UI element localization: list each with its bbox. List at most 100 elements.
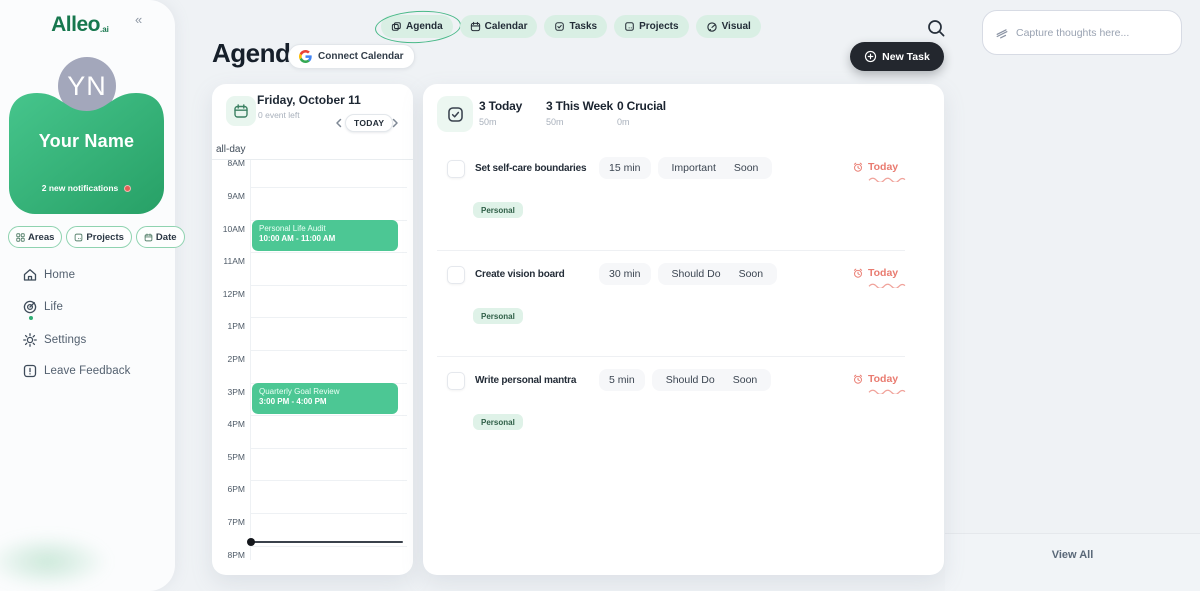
- all-day-label: all-day: [216, 144, 245, 155]
- view-all-link[interactable]: View All: [945, 549, 1200, 561]
- chevron-left-icon[interactable]: [333, 117, 345, 129]
- task-checkbox[interactable]: [447, 160, 465, 178]
- alarm-icon: [852, 161, 864, 173]
- hour-gridline: [250, 285, 407, 286]
- google-icon: [299, 50, 312, 63]
- task-duration-pill[interactable]: 15 min: [599, 157, 651, 179]
- chevron-right-icon[interactable]: [389, 117, 401, 129]
- calendar-event[interactable]: Personal Life Audit 10:00 AM - 11:00 AM: [252, 220, 398, 251]
- date-calendar-icon: [144, 233, 153, 242]
- tab-agenda[interactable]: Agenda: [381, 15, 453, 38]
- hour-label: 12PM: [212, 289, 245, 299]
- visual-icon: [706, 21, 718, 33]
- stat-today-duration: 50m: [479, 117, 522, 127]
- sidebar-item-home[interactable]: Home: [0, 267, 175, 283]
- task-tag[interactable]: Personal: [473, 308, 523, 324]
- tasks-icon: [554, 21, 565, 32]
- task-row: Write personal mantra 5 min Should Do So…: [423, 372, 944, 478]
- task-checkbox[interactable]: [447, 266, 465, 284]
- task-priority-pill[interactable]: Should Do Soon: [658, 263, 778, 285]
- agenda-icon: [391, 21, 402, 32]
- plus-circle-icon: [864, 50, 877, 63]
- event-title: Quarterly Goal Review: [259, 387, 391, 397]
- hour-label: 7PM: [212, 517, 245, 527]
- hour-label: 8PM: [212, 550, 245, 560]
- task-title[interactable]: Create vision board: [475, 268, 565, 282]
- hour-gridline: [250, 252, 407, 253]
- task-priority-pill[interactable]: Important Soon: [658, 157, 773, 179]
- task-tag[interactable]: Personal: [473, 202, 523, 218]
- calendar-date-title: Friday, October 11: [257, 93, 361, 107]
- scribble-icon: [995, 26, 1009, 40]
- projects-box-icon: [74, 233, 83, 242]
- event-time: 3:00 PM - 4:00 PM: [259, 397, 391, 407]
- task-due[interactable]: Today: [852, 267, 898, 279]
- view-tab-projects[interactable]: Projects: [66, 226, 132, 248]
- view-tab-date[interactable]: Date: [136, 226, 185, 248]
- hour-label: 1PM: [212, 321, 245, 331]
- tab-calendar-label: Calendar: [485, 21, 528, 32]
- calendar-icon: [470, 21, 481, 32]
- hour-label: 2PM: [212, 354, 245, 364]
- due-underline: [868, 389, 906, 394]
- view-tab-areas[interactable]: Areas: [8, 226, 62, 248]
- hour-gridline: [250, 448, 407, 449]
- hour-label: 9AM: [212, 191, 245, 201]
- notifications[interactable]: 2 new notifications: [9, 183, 164, 193]
- task-due[interactable]: Today: [852, 373, 898, 385]
- tab-calendar[interactable]: Calendar: [460, 15, 538, 38]
- tab-projects-label: Projects: [639, 21, 678, 32]
- tab-agenda-label: Agenda: [406, 21, 443, 32]
- task-checkbox[interactable]: [447, 372, 465, 390]
- sidebar-item-life[interactable]: Life: [0, 299, 175, 315]
- life-target-icon: [22, 299, 38, 315]
- active-section-dot: [29, 316, 33, 320]
- new-task-button[interactable]: New Task: [850, 42, 944, 71]
- tab-visual-label: Visual: [722, 21, 751, 32]
- today-button[interactable]: TODAY: [345, 114, 393, 132]
- tab-projects[interactable]: Projects: [614, 15, 688, 38]
- task-duration-pill[interactable]: 5 min: [599, 369, 645, 391]
- task-tag[interactable]: Personal: [473, 414, 523, 430]
- connect-calendar-button[interactable]: Connect Calendar: [288, 44, 415, 69]
- sidebar-item-leave-feedback[interactable]: Leave Feedback: [0, 363, 175, 379]
- task-title[interactable]: Write personal mantra: [475, 374, 576, 388]
- all-day-row: all-day: [212, 140, 413, 160]
- hour-gridline: [250, 513, 407, 514]
- hour-gridline: [250, 546, 407, 547]
- capture-thoughts-box[interactable]: [982, 10, 1182, 55]
- event-time: 10:00 AM - 11:00 AM: [259, 234, 391, 244]
- stat-this-week-duration: 50m: [546, 117, 613, 127]
- sidebar-item-label: Leave Feedback: [44, 365, 130, 377]
- areas-grid-icon: [16, 233, 25, 242]
- notification-dot: [124, 185, 131, 192]
- gear-icon: [22, 332, 38, 348]
- capture-thoughts-input[interactable]: [1016, 27, 1169, 39]
- task-duration-pill[interactable]: 30 min: [599, 263, 651, 285]
- calendar-date-icon: [226, 96, 256, 126]
- sidebar: Alleo.ai « YN Your Name 2 new notificati…: [0, 0, 175, 591]
- connect-calendar-label: Connect Calendar: [318, 51, 404, 62]
- sidebar-item-settings[interactable]: Settings: [0, 332, 175, 348]
- task-priority-pill[interactable]: Should Do Soon: [652, 369, 772, 391]
- event-title: Personal Life Audit: [259, 224, 391, 234]
- alarm-icon: [852, 267, 864, 279]
- hour-label: 3PM: [212, 387, 245, 397]
- calendar-event[interactable]: Quarterly Goal Review 3:00 PM - 4:00 PM: [252, 383, 398, 414]
- hour-label: 4PM: [212, 419, 245, 429]
- top-navigation: Agenda Calendar Tasks: [381, 15, 761, 38]
- search-icon[interactable]: [926, 18, 946, 38]
- task-divider: [437, 356, 905, 357]
- task-due[interactable]: Today: [852, 161, 898, 173]
- hour-label: 6PM: [212, 484, 245, 494]
- app-logo: Alleo.ai: [30, 13, 130, 37]
- tab-visual[interactable]: Visual: [696, 15, 761, 38]
- collapse-sidebar-icon[interactable]: «: [135, 12, 142, 27]
- task-title[interactable]: Set self-care boundaries: [475, 162, 586, 176]
- capture-panel-footer: View All: [945, 533, 1200, 591]
- hour-gridline: [250, 187, 407, 188]
- stat-crucial: 0 Crucial 0m: [617, 99, 666, 127]
- decorative-glow: [0, 534, 110, 589]
- tab-tasks[interactable]: Tasks: [544, 15, 607, 38]
- calendar-events-left: 0 event left: [258, 110, 300, 120]
